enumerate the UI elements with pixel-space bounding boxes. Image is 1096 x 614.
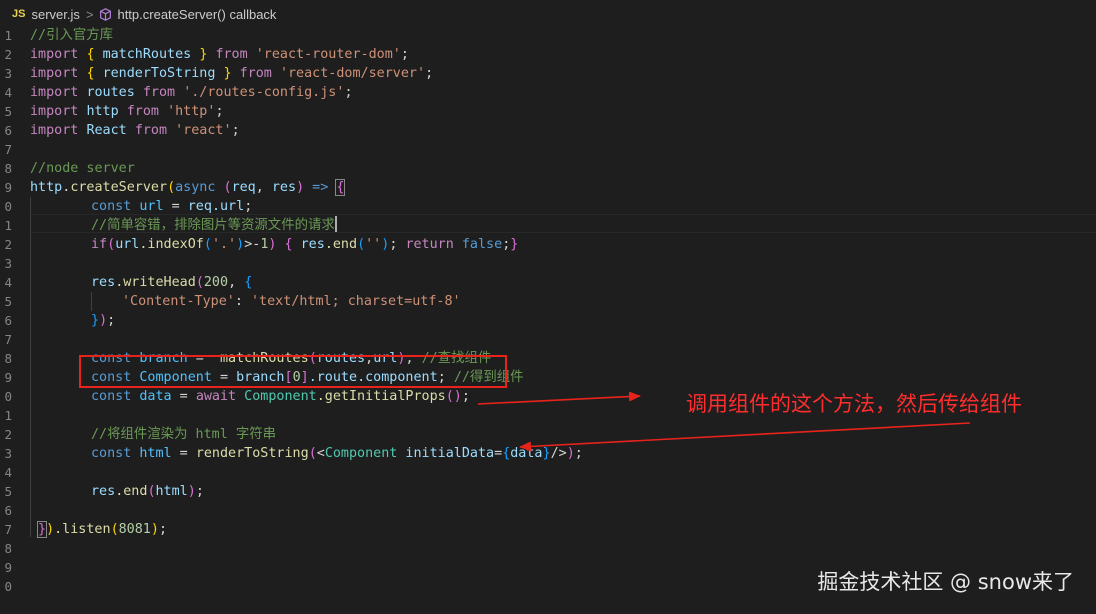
annotation-arrows — [477, 391, 971, 452]
annotation-text: 调用组件的这个方法，然后传给组件 — [686, 392, 1022, 416]
arrow-left — [519, 422, 971, 452]
watermark: 掘金技术社区 @ snow来了 — [817, 570, 1074, 594]
arrow-right — [477, 391, 641, 405]
